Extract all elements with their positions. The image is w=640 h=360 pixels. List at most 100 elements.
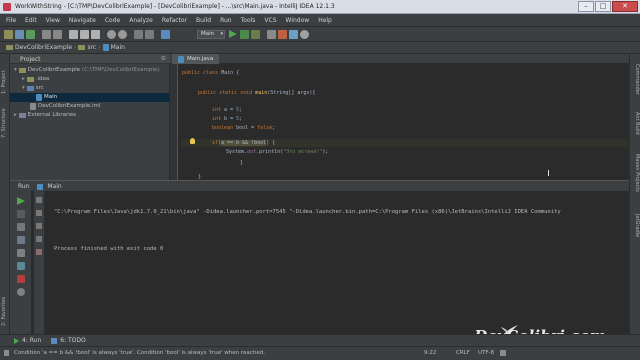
- help-icon[interactable]: [300, 30, 309, 39]
- tab-todo-label: 6: TODO: [60, 337, 86, 344]
- sdk-icon[interactable]: [289, 30, 298, 39]
- scroll-up-icon[interactable]: [36, 197, 42, 203]
- editor-tab-main-java[interactable]: Main.java: [172, 54, 220, 64]
- tool-windows-icon[interactable]: [4, 350, 9, 356]
- tree-item-iml[interactable]: DevColibriExample.iml: [10, 102, 170, 111]
- class-icon: [102, 44, 109, 51]
- run-config-label: Main: [201, 31, 215, 37]
- cut-icon[interactable]: [69, 30, 78, 39]
- stop-icon[interactable]: [17, 210, 25, 218]
- tree-item-label: Main: [44, 94, 58, 100]
- pause-icon[interactable]: [17, 223, 25, 231]
- code-line: int a = 5;: [212, 107, 243, 113]
- tool-window-favorites[interactable]: 2: Favorites: [1, 297, 7, 326]
- menu-navigate[interactable]: Navigate: [69, 17, 96, 24]
- breadcrumb-src[interactable]: src: [87, 44, 96, 51]
- tree-item-src[interactable]: ▾ src: [10, 84, 170, 93]
- menu-run[interactable]: Run: [220, 17, 232, 24]
- redo-icon[interactable]: [53, 30, 62, 39]
- menu-tools[interactable]: Tools: [241, 17, 256, 24]
- caret-position[interactable]: 9:22: [424, 350, 436, 356]
- paste-icon[interactable]: [91, 30, 100, 39]
- console-output[interactable]: "C:\Program Files\Java\jdk1.7.0_21\bin\j…: [54, 197, 561, 264]
- clear-all-icon[interactable]: [36, 249, 42, 255]
- tool-window-structure[interactable]: 7: Structure: [1, 108, 7, 138]
- close-button[interactable]: ✕: [612, 1, 638, 12]
- find-icon[interactable]: [107, 30, 116, 39]
- scroll-down-icon[interactable]: [36, 210, 42, 216]
- tree-item-label: DevColibriExample: [27, 67, 81, 73]
- print-icon[interactable]: [36, 236, 42, 242]
- run-icon: [14, 337, 19, 344]
- menu-code[interactable]: Code: [105, 17, 120, 24]
- coverage-icon[interactable]: [251, 30, 260, 39]
- help-icon[interactable]: [17, 288, 25, 296]
- code-line: public class Main {: [182, 70, 240, 76]
- back-icon[interactable]: [134, 30, 143, 39]
- menu-analyze[interactable]: Analyze: [129, 17, 153, 24]
- menu-help[interactable]: Help: [318, 17, 332, 24]
- dump-threads-icon[interactable]: [17, 236, 25, 244]
- intention-bulb-icon[interactable]: [190, 138, 195, 144]
- run-panel: Run Main "C:\Program Files\Java\jdk1.7.0…: [10, 180, 629, 335]
- iml-file-icon: [30, 103, 36, 110]
- tool-window-commander[interactable]: Commander: [634, 64, 640, 95]
- rerun-icon[interactable]: [17, 197, 25, 205]
- run-config-select[interactable]: Main ▾: [197, 30, 225, 39]
- undo-icon[interactable]: [42, 30, 51, 39]
- menu-build[interactable]: Build: [196, 17, 211, 24]
- pin-icon[interactable]: [17, 262, 25, 270]
- tab-todo[interactable]: 6: TODO: [51, 337, 86, 344]
- menu-vcs[interactable]: VCS: [264, 17, 276, 24]
- tool-window-maven[interactable]: Maven Projects: [634, 154, 640, 192]
- tree-item-module[interactable]: ▾ DevColibriExample (C:\TMP\DevColibriEx…: [10, 66, 170, 75]
- forward-icon[interactable]: [145, 30, 154, 39]
- menu-refactor[interactable]: Refactor: [162, 17, 187, 24]
- debug-icon[interactable]: [240, 30, 249, 39]
- copy-icon[interactable]: [80, 30, 89, 39]
- tab-run[interactable]: 4: Run: [14, 337, 41, 344]
- code-line: if(a == b && !bool) {: [212, 140, 276, 146]
- soft-wrap-icon[interactable]: [36, 223, 42, 229]
- code-area[interactable]: public class Main { public static void m…: [182, 64, 629, 180]
- lock-icon[interactable]: [500, 350, 506, 356]
- minimize-button[interactable]: –: [578, 1, 594, 12]
- tree-item-main[interactable]: Main: [10, 93, 170, 102]
- make-icon[interactable]: [161, 30, 170, 39]
- run-config-tab[interactable]: Main: [47, 183, 61, 190]
- project-structure-icon[interactable]: [278, 30, 287, 39]
- menu-view[interactable]: View: [46, 17, 60, 24]
- menu-file[interactable]: File: [6, 17, 16, 24]
- project-panel-title: Project: [20, 56, 41, 63]
- tree-item-libraries[interactable]: ▸ External Libraries: [10, 111, 170, 120]
- close-tab-icon[interactable]: [17, 275, 25, 283]
- sync-icon[interactable]: [26, 30, 35, 39]
- chevron-right-icon: ›: [74, 44, 77, 51]
- tool-window-jetgradle[interactable]: JetGradle: [634, 214, 640, 237]
- tool-window-ant-build[interactable]: Ant Build: [634, 112, 640, 135]
- code-line: System.out.println("Это истина!");: [226, 149, 329, 155]
- open-folder-icon[interactable]: [4, 30, 13, 39]
- tree-item-label: src: [35, 85, 44, 91]
- run-icon[interactable]: [229, 30, 237, 38]
- code-line: public static void main(String[] args){: [198, 90, 316, 96]
- replace-icon[interactable]: [118, 30, 127, 39]
- menu-window[interactable]: Window: [286, 17, 310, 24]
- breadcrumb-main[interactable]: Main: [111, 44, 125, 51]
- tool-window-project[interactable]: 1: Project: [1, 70, 7, 94]
- save-icon[interactable]: [15, 30, 24, 39]
- maximize-button[interactable]: □: [595, 1, 611, 12]
- line-separator[interactable]: CRLF: [456, 350, 470, 356]
- code-line: boolean bool = false;: [212, 125, 276, 131]
- gear-icon[interactable]: ⚙: [161, 55, 166, 62]
- chevron-down-icon: ▾: [220, 31, 223, 37]
- menu-edit[interactable]: Edit: [25, 17, 37, 24]
- breadcrumb-project[interactable]: DevColibriExample: [15, 44, 72, 51]
- code-line: }: [240, 160, 244, 166]
- settings-icon[interactable]: [267, 30, 276, 39]
- tree-item-idea[interactable]: ▸ .idea: [10, 75, 170, 84]
- title-bar: WorkWithString - [C:\TMP\DevColibriExamp…: [0, 0, 640, 14]
- warning-highlight: a == b && !bool: [221, 140, 267, 146]
- restore-layout-icon[interactable]: [17, 249, 25, 257]
- file-encoding[interactable]: UTF-8: [478, 350, 494, 356]
